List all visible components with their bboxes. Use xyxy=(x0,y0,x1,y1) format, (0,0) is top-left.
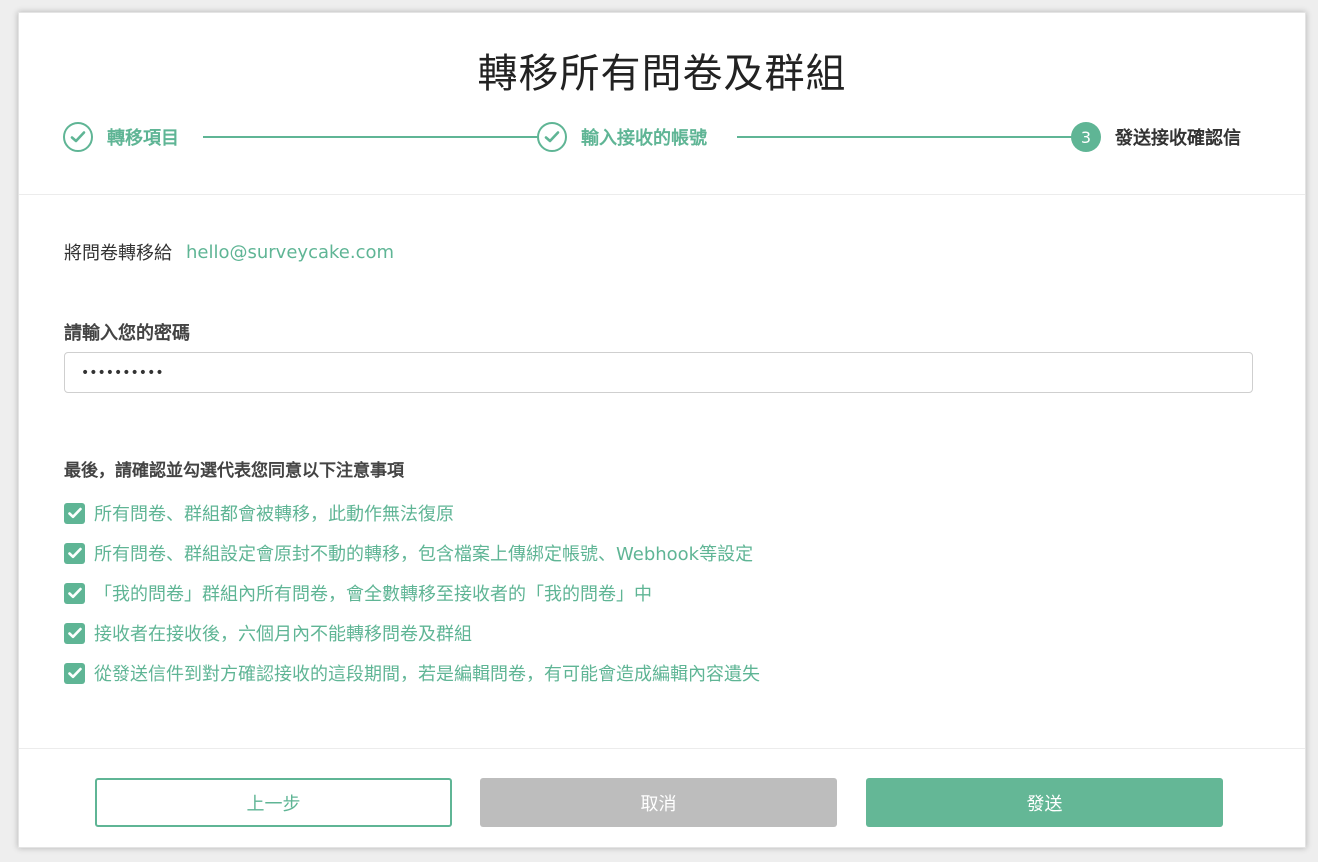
step-enter-account: 輸入接收的帳號 xyxy=(537,117,707,157)
agreement-item[interactable]: 從發送信件到對方確認接收的這段期間，若是編輯問卷，有可能會造成編輯內容遺失 xyxy=(64,653,1254,693)
transfer-dialog: 轉移所有問卷及群組 轉移項目 輸入接收的帳號 3 發送接收確認信 將問卷轉移給 … xyxy=(18,12,1306,848)
transfer-target: 將問卷轉移給 hello@surveycake.com xyxy=(64,239,394,265)
check-icon xyxy=(537,122,567,152)
back-button[interactable]: 上一步 xyxy=(95,778,452,827)
check-icon xyxy=(63,122,93,152)
dialog-title: 轉移所有問卷及群組 xyxy=(477,51,847,97)
checkbox-checked-icon[interactable] xyxy=(64,542,85,564)
agreement-text: 所有問卷、群組設定會原封不動的轉移，包含檔案上傳綁定帳號、Webhook等設定 xyxy=(94,544,754,565)
step-send-confirmation: 3 發送接收確認信 xyxy=(1071,117,1241,157)
step-connector xyxy=(737,136,1075,138)
step-label: 發送接收確認信 xyxy=(1115,128,1241,149)
divider xyxy=(19,748,1305,749)
password-input[interactable] xyxy=(64,352,1253,393)
agreement-item[interactable]: 所有問卷、群組都會被轉移，此動作無法復原 xyxy=(64,493,1254,533)
step-transfer-items: 轉移項目 xyxy=(63,117,179,157)
agreement-text: 從發送信件到對方確認接收的這段期間，若是編輯問卷，有可能會造成編輯內容遺失 xyxy=(94,664,760,685)
transfer-label: 將問卷轉移給 xyxy=(64,243,172,264)
agreement-list: 所有問卷、群組都會被轉移，此動作無法復原 所有問卷、群組設定會原封不動的轉移，包… xyxy=(64,493,1254,693)
checkbox-checked-icon[interactable] xyxy=(64,622,85,644)
confirm-heading: 最後，請確認並勾選代表您同意以下注意事項 xyxy=(64,461,404,481)
recipient-email: hello@surveycake.com xyxy=(186,241,395,263)
password-label: 請輸入您的密碼 xyxy=(64,323,190,344)
cancel-button[interactable]: 取消 xyxy=(480,778,837,827)
stepper: 轉移項目 輸入接收的帳號 3 發送接收確認信 xyxy=(63,117,1259,157)
divider xyxy=(19,194,1305,195)
step-number-badge: 3 xyxy=(1071,122,1101,152)
checkbox-checked-icon[interactable] xyxy=(64,502,85,524)
agreement-item[interactable]: 所有問卷、群組設定會原封不動的轉移，包含檔案上傳綁定帳號、Webhook等設定 xyxy=(64,533,1254,573)
agreement-text: 接收者在接收後，六個月內不能轉移問卷及群組 xyxy=(94,624,472,645)
agreement-text: 所有問卷、群組都會被轉移，此動作無法復原 xyxy=(94,504,454,525)
agreement-item[interactable]: 接收者在接收後，六個月內不能轉移問卷及群組 xyxy=(64,613,1254,653)
step-label: 轉移項目 xyxy=(107,128,179,149)
step-connector xyxy=(203,136,539,138)
send-button[interactable]: 發送 xyxy=(866,778,1223,827)
step-label: 輸入接收的帳號 xyxy=(581,128,707,149)
agreement-item[interactable]: 「我的問卷」群組內所有問卷，會全數轉移至接收者的「我的問卷」中 xyxy=(64,573,1254,613)
agreement-text: 「我的問卷」群組內所有問卷，會全數轉移至接收者的「我的問卷」中 xyxy=(94,584,652,605)
checkbox-checked-icon[interactable] xyxy=(64,582,85,604)
checkbox-checked-icon[interactable] xyxy=(64,662,85,684)
